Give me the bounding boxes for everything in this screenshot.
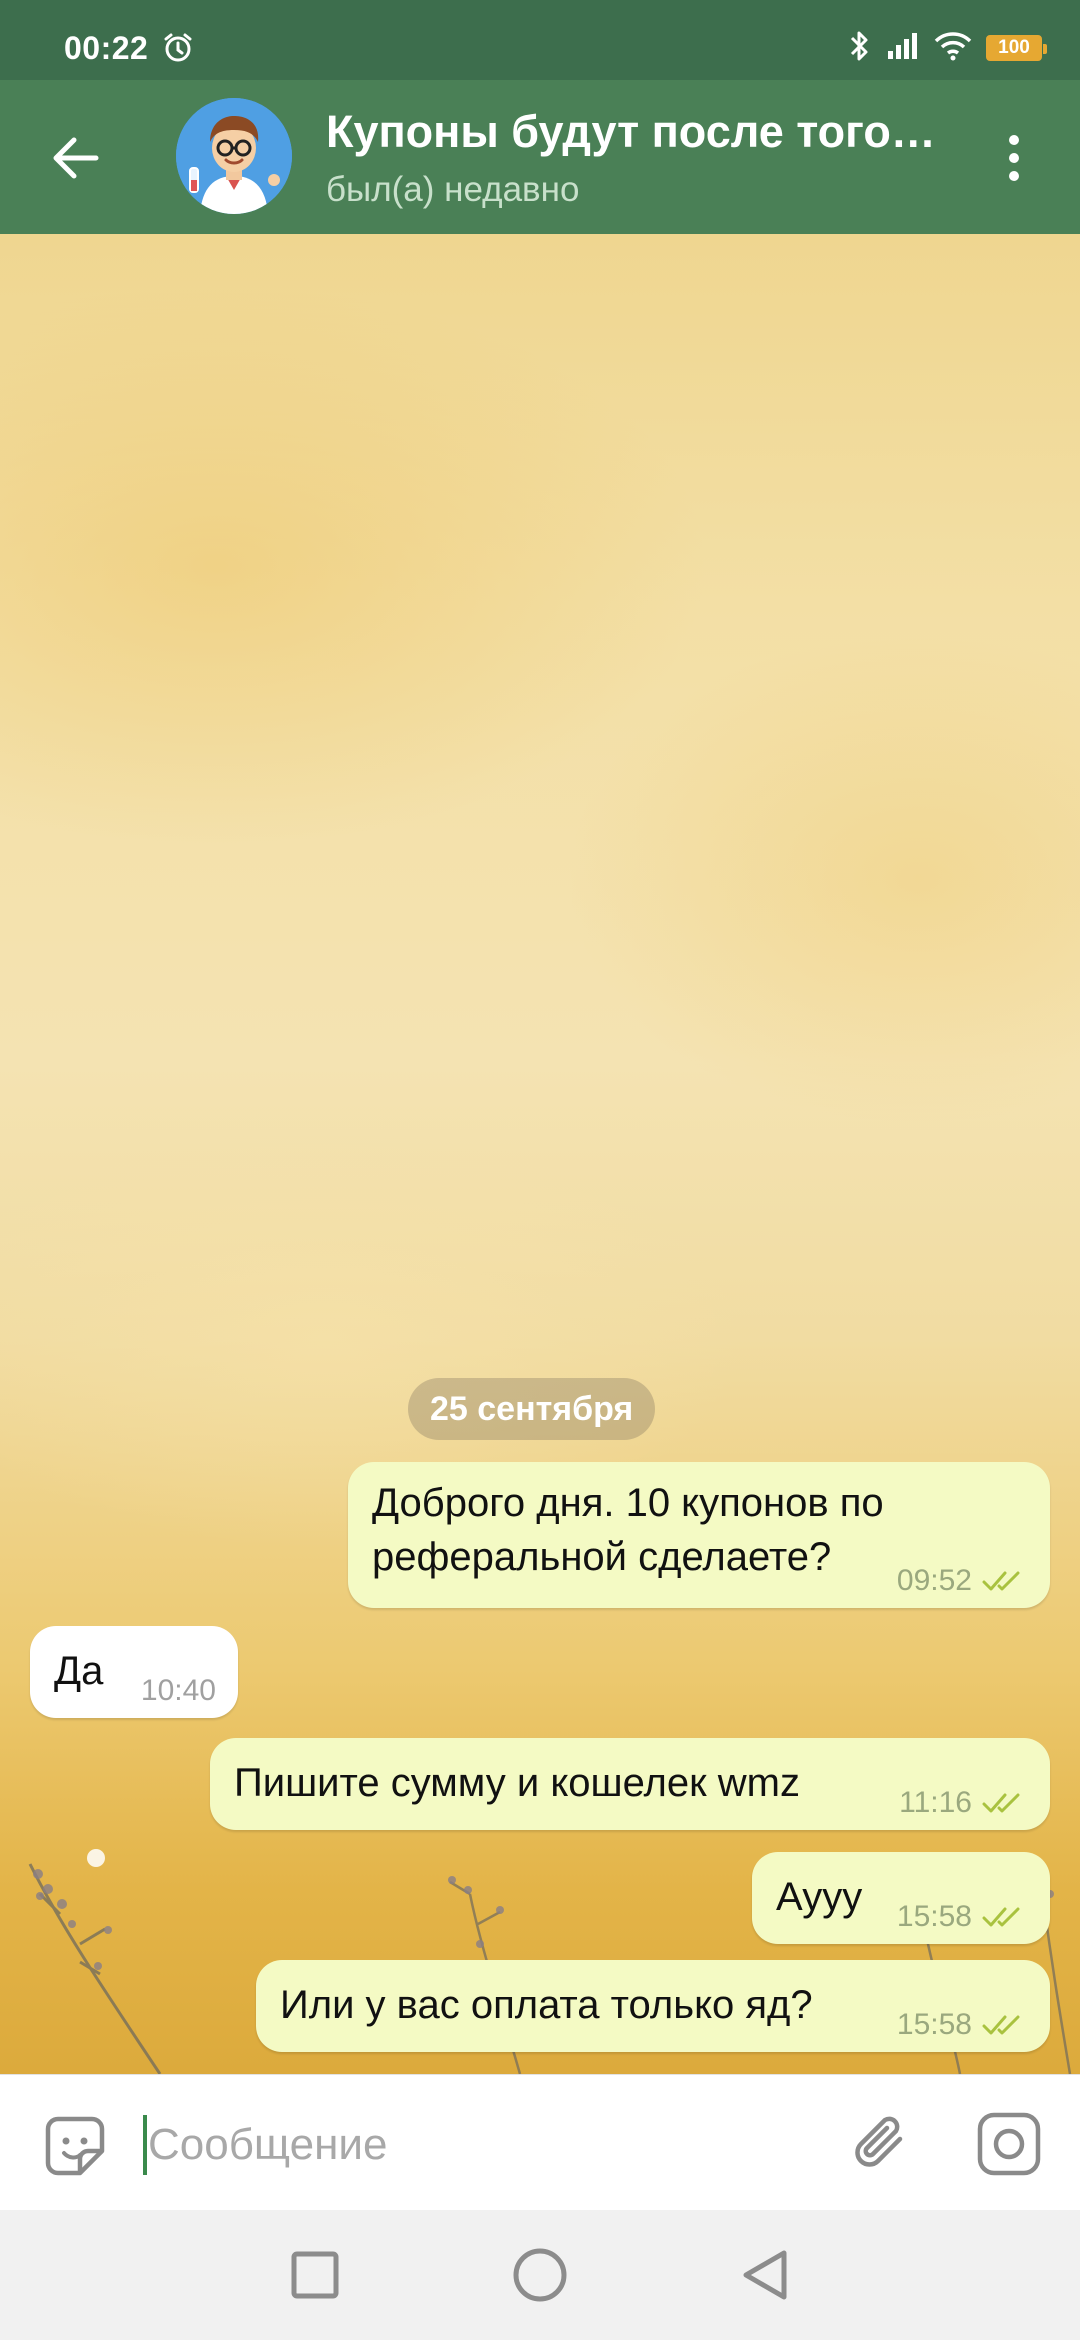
double-check-icon	[982, 1907, 1020, 1927]
arrow-left-icon	[53, 137, 99, 179]
message-time: 09:52	[896, 1564, 972, 1597]
message-time: 15:58	[896, 1900, 972, 1933]
back-triangle-icon	[743, 2250, 787, 2300]
battery-icon: 100	[986, 35, 1047, 61]
recents-square-icon	[291, 2251, 339, 2299]
home-button[interactable]	[505, 2240, 575, 2310]
message-time: 11:16	[899, 1786, 972, 1819]
message-time: 10:40	[140, 1674, 216, 1707]
camera-icon	[977, 2112, 1041, 2176]
message-text: Доброго дня. 10 купонов по	[372, 1481, 884, 1525]
message-bubble[interactable]: Доброго дня. 10 купонов по реферальной с…	[348, 1462, 1050, 1608]
message-meta: 09:52	[897, 1566, 1028, 1596]
bluetooth-icon	[846, 29, 872, 68]
message-input[interactable]	[148, 2109, 788, 2181]
double-check-icon	[982, 1793, 1020, 1813]
message-composer	[0, 2074, 1080, 2210]
date-separator: 25 сентября	[408, 1378, 656, 1440]
home-circle-icon	[513, 2248, 567, 2302]
text-cursor	[143, 2115, 147, 2175]
status-bar: 00:22 100	[0, 0, 1080, 80]
wifi-icon	[934, 31, 972, 66]
double-check-icon	[982, 1571, 1020, 1591]
double-check-icon	[982, 2015, 1020, 2035]
message-time: 15:58	[896, 2008, 972, 2041]
back-nav-button[interactable]	[730, 2240, 800, 2310]
avatar[interactable]	[176, 98, 292, 214]
sticker-icon	[45, 2116, 105, 2176]
message-meta: 15:58	[897, 2010, 1028, 2040]
camera-button[interactable]	[974, 2109, 1044, 2179]
back-button[interactable]	[44, 126, 108, 190]
message-meta: 10:40	[141, 1676, 216, 1706]
system-nav-bar	[0, 2210, 1080, 2340]
more-options-button[interactable]	[996, 126, 1032, 190]
signal-icon	[886, 31, 920, 66]
scientist-avatar-icon	[176, 98, 292, 214]
sticker-button[interactable]	[40, 2111, 110, 2181]
chat-title[interactable]: Купоны будут после того…	[326, 106, 936, 158]
recents-button[interactable]	[280, 2240, 350, 2310]
message-bubble[interactable]: Да 10:40	[30, 1626, 238, 1718]
attach-icon	[855, 2116, 903, 2167]
message-bubble[interactable]: Аууу 15:58	[752, 1852, 1050, 1944]
attach-button[interactable]	[848, 2109, 918, 2179]
message-bubble[interactable]: Или у вас оплата только яд? 15:58	[256, 1960, 1050, 2052]
more-vertical-icon	[1009, 135, 1019, 181]
message-meta: 11:16	[899, 1788, 1028, 1818]
chat-status: был(а) недавно	[326, 170, 580, 209]
status-time: 00:22	[64, 30, 149, 66]
chat-area[interactable]: 25 сентября Доброго дня. 10 купонов по р…	[0, 234, 1080, 2074]
chat-header: Купоны будут после того… был(а) недавно	[0, 80, 1080, 234]
message-meta: 15:58	[897, 1902, 1028, 1932]
message-bubble[interactable]: Пишите сумму и кошелек wmz 11:16	[210, 1738, 1050, 1830]
status-icons: 100	[846, 29, 1047, 68]
alarm-icon	[162, 32, 194, 69]
